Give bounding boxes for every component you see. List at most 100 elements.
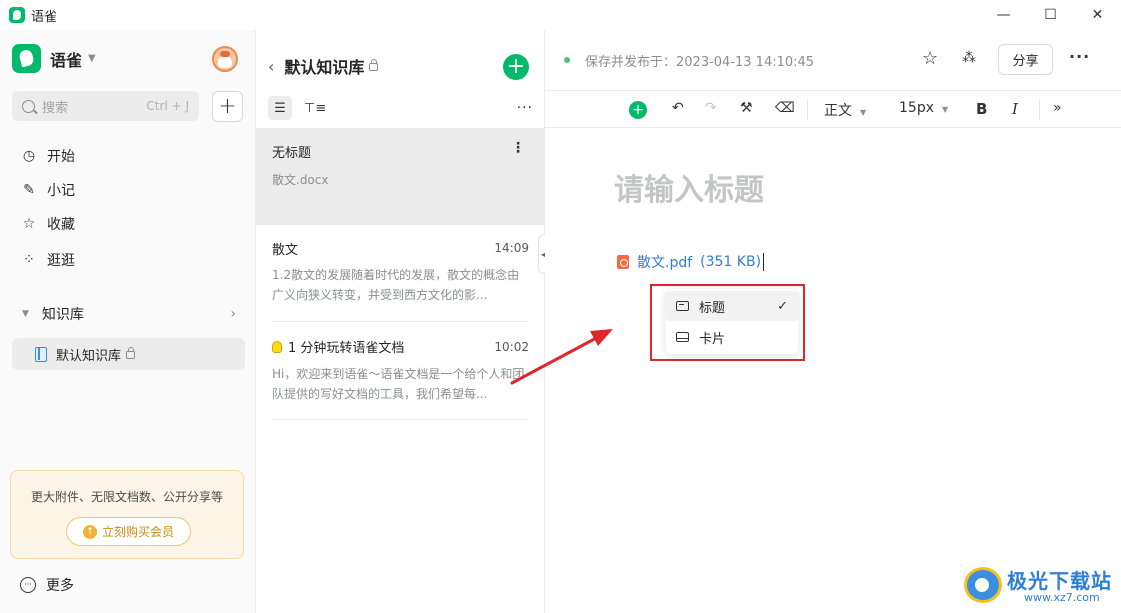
star-icon: ☆ [22, 216, 36, 232]
membership-promo: 更大附件、无限文档数、公开分享等 ↑ 立刻购买会员 [10, 470, 244, 559]
text-cursor [763, 253, 765, 271]
sidebar-item-label: 收藏 [47, 217, 75, 233]
editor-toolbar: + ↶ ↷ ⚒ ⌫ 正文 ▼ 15px ▼ B I » [545, 90, 1121, 128]
buy-membership-button[interactable]: ↑ 立刻购买会员 [66, 517, 191, 546]
undo-icon[interactable]: ↶ [672, 100, 684, 116]
lock-icon [369, 59, 379, 71]
lock-icon [126, 347, 136, 359]
pen-icon: ✎ [23, 182, 35, 198]
attachment[interactable]: 散文.pdf (351 KB) [617, 252, 765, 272]
tree-view-icon[interactable]: ⊤≡ [304, 101, 326, 116]
brand-name: 语雀 [50, 50, 83, 70]
sidebar-item-notes[interactable]: ✎ 小记 [20, 180, 75, 200]
title-mode-icon [676, 301, 689, 311]
doc-title-text: 1 分钟玩转语雀文档 [288, 341, 405, 356]
format-painter-icon[interactable]: ⚒ [740, 100, 753, 116]
title-placeholder[interactable]: 请输入标题 [614, 165, 764, 209]
sidebar-item-explore[interactable]: ⁘ 逛逛 [20, 250, 75, 270]
redo-icon[interactable]: ↷ [705, 100, 717, 116]
pdf-file-icon [617, 255, 629, 269]
graph-icon[interactable]: ⁂ [962, 50, 976, 66]
more-icon[interactable]: ··· [517, 100, 533, 116]
list-toolbar: ☰ ⊤≡ ··· [268, 96, 533, 120]
promo-text: 更大附件、无限文档数、公开分享等 [30, 490, 223, 504]
doc-list-panel: ‹ 默认知识库 + ☰ ⊤≡ ··· 无标题 ⋮ 散文.docx 散文 14:0… [256, 30, 545, 613]
sidebar-item-start[interactable]: ◷ 开始 [20, 146, 75, 166]
card-mode-icon [676, 332, 689, 342]
menu-item-card[interactable]: 卡片 [666, 322, 798, 352]
expand-toolbar-icon[interactable]: » [1053, 100, 1062, 116]
more-label: 更多 [46, 578, 74, 594]
star-icon[interactable]: ☆ [922, 48, 938, 69]
search-shortcut: Ctrl + J [146, 99, 189, 113]
kb-item-label: 默认知识库 [56, 348, 122, 364]
vertical-more-icon[interactable]: ⋮ [511, 140, 525, 156]
title-bar: 语雀 — ☐ ✕ [0, 0, 1121, 30]
italic-button[interactable]: I [1012, 100, 1018, 118]
watermark-logo-icon [964, 567, 1002, 603]
doc-title: 无标题 [272, 146, 312, 161]
space-switcher[interactable]: 语雀 ▼ [12, 44, 96, 73]
avatar[interactable] [212, 46, 238, 72]
new-button[interactable]: + [212, 91, 243, 122]
divider [807, 100, 808, 120]
share-button[interactable]: 分享 [998, 44, 1053, 75]
save-status: 保存并发布于：2023-04-13 14:10:45 [585, 55, 815, 70]
more-icon[interactable]: ··· [1069, 47, 1090, 66]
sidebar-item-default-kb[interactable]: 默认知识库 [12, 338, 245, 370]
sidebar-item-favorites[interactable]: ☆ 收藏 [20, 214, 75, 234]
list-title: 默认知识库 [284, 58, 365, 77]
eraser-icon[interactable]: ⌫ [775, 100, 795, 116]
paragraph-style-select[interactable]: 正文 ▼ [824, 100, 866, 120]
font-size-value: 15px [899, 100, 934, 116]
list-header: ‹ 默认知识库 [268, 54, 379, 78]
close-button[interactable]: ✕ [1074, 0, 1121, 30]
lightbulb-icon [272, 341, 282, 353]
menu-item-label: 标题 [699, 300, 726, 316]
doc-desc: 散文.docx [272, 173, 329, 187]
divider [272, 419, 529, 420]
bold-button[interactable]: B [976, 100, 987, 118]
doc-desc: 1.2散文的发展随着时代的发展，散文的概念由广义向狭义转变，并受到西方文化的影.… [272, 268, 520, 302]
divider [1039, 100, 1040, 120]
chevron-right-icon[interactable]: › [230, 306, 236, 322]
knowledge-base-header: 知识库 [41, 307, 84, 323]
grid-icon: ⁘ [23, 252, 35, 268]
watermark: 极光下载站 www.xz7.com [962, 563, 1112, 607]
minimize-button[interactable]: — [980, 0, 1027, 30]
window-title: 语雀 [31, 9, 58, 25]
window-controls: — ☐ ✕ [980, 0, 1121, 30]
sidebar-item-label: 逛逛 [47, 253, 75, 269]
list-item[interactable]: 无标题 ⋮ 散文.docx [256, 128, 545, 225]
clock-icon: ◷ [22, 148, 36, 164]
yuque-logo-icon [12, 44, 41, 73]
paragraph-style-value: 正文 [824, 103, 852, 119]
font-size-select[interactable]: 15px ▼ [899, 100, 948, 116]
menu-item-title[interactable]: 标题 ✓ [666, 291, 798, 321]
maximize-button[interactable]: ☐ [1027, 0, 1074, 30]
doc-desc: Hi，欢迎来到语雀～语雀文档是一个给个人和团队提供的写好文档的工具，我们希望每.… [272, 367, 525, 401]
list-view-icon[interactable]: ☰ [268, 96, 292, 120]
new-doc-button[interactable]: + [503, 54, 529, 80]
buy-membership-label: 立刻购买会员 [101, 525, 174, 539]
watermark-name: 极光下载站 [1007, 569, 1112, 593]
doc-time: 14:09 [494, 241, 529, 255]
book-icon [35, 346, 47, 362]
attachment-name: 散文.pdf [637, 255, 693, 271]
search-input[interactable]: 搜索 Ctrl + J [12, 91, 199, 121]
more-button[interactable]: ··· 更多 [20, 575, 74, 595]
caret-down-icon: ▼ [942, 105, 949, 114]
arrow-up-icon: ↑ [82, 524, 97, 539]
watermark-url: www.xz7.com [1024, 591, 1100, 604]
chevron-down-icon: ▼ [88, 53, 96, 64]
menu-item-label: 卡片 [699, 331, 726, 347]
knowledge-base-section[interactable]: ▼ 知识库 › [20, 304, 236, 324]
caret-down-icon: ▼ [860, 108, 867, 117]
attachment-size: (351 KB) [700, 254, 762, 270]
insert-icon[interactable]: + [629, 101, 647, 119]
back-icon[interactable]: ‹ [268, 57, 274, 76]
doc-title: 散文 [272, 243, 299, 258]
editor-header: 保存并发布于：2023-04-13 14:10:45 ☆ ⁂ 分享 ··· [545, 30, 1121, 90]
list-item[interactable]: 1 分钟玩转语雀文档 10:02 Hi，欢迎来到语雀～语雀文档是一个给个人和团队… [256, 322, 545, 420]
list-item[interactable]: 散文 14:09 1.2散文的发展随着时代的发展，散文的概念由广义向狭义转变，并… [256, 225, 545, 322]
